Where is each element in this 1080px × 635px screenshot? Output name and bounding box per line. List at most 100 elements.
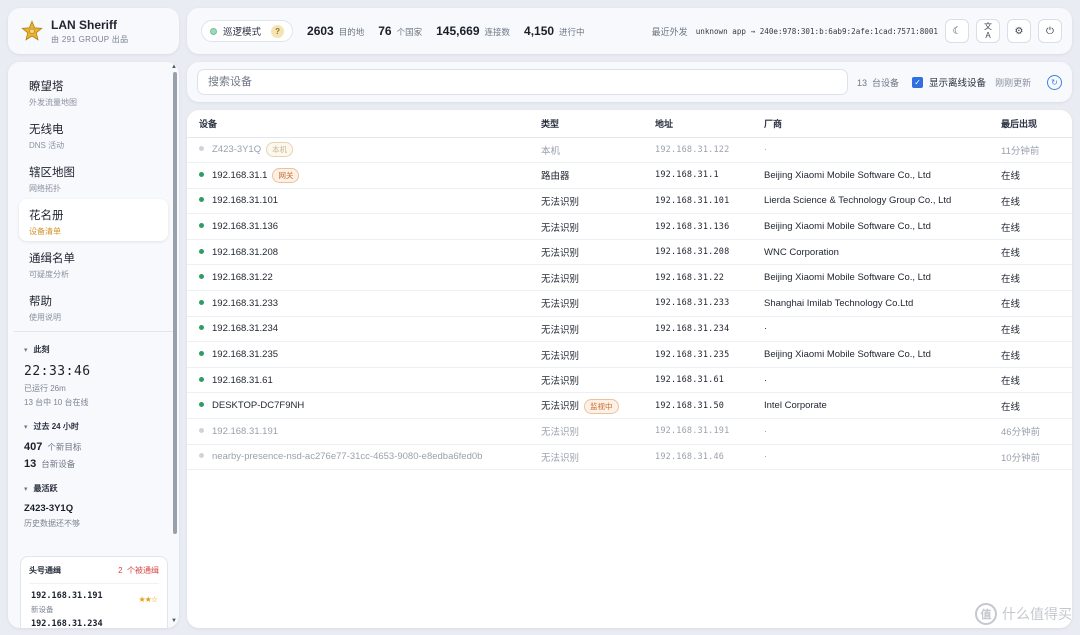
- checkbox-checked-icon[interactable]: ✓: [912, 76, 924, 88]
- table-row[interactable]: 192.168.31.61 无法识别 192.168.31.61 · 在线: [187, 367, 1072, 394]
- table-row[interactable]: 192.168.31.208 无法识别 192.168.31.208 WNC Corp…: [187, 239, 1072, 266]
- type-cell: 无法识别: [541, 264, 655, 292]
- power-button[interactable]: ⏻: [1038, 19, 1062, 43]
- sidebar-scrollbar[interactable]: [173, 72, 177, 534]
- online-dot-icon: [199, 351, 204, 357]
- sheriff-star-icon: [21, 20, 43, 41]
- most-active-device[interactable]: Z423-3Y1Q: [24, 503, 179, 514]
- device-type: 无法识别: [541, 350, 580, 362]
- device-cell: DESKTOP-DC7F9NH: [187, 392, 541, 420]
- wanted-item[interactable]: 192.168.31.234: [29, 615, 159, 628]
- past-24h-section: ▾ 过去 24 小时 407 个新目标 13 台新设备: [8, 408, 179, 470]
- online-dot-icon: [199, 402, 204, 408]
- device-cell: 192.168.31.233: [187, 290, 541, 317]
- show-offline-checkbox[interactable]: ✓ 显示离线设备: [912, 75, 986, 89]
- table-row[interactable]: 192.168.31.235 无法识别 192.168.31.235 Beijing …: [187, 341, 1072, 368]
- stat-value: 145,669: [436, 24, 480, 38]
- help-icon[interactable]: ?: [271, 24, 285, 38]
- table-row[interactable]: 192.168.31.22 无法识别 192.168.31.22 Beijing Xi…: [187, 264, 1072, 292]
- recent-outbound-label: 最近外发: [651, 26, 688, 37]
- new-devices-row: 13 台新设备: [24, 458, 179, 470]
- device-count: 13 台设备: [857, 76, 899, 89]
- settings-button[interactable]: ⚙: [1007, 19, 1031, 43]
- refresh-status: 刚刚更新: [995, 77, 1032, 88]
- table-row[interactable]: 192.168.31.233 无法识别 192.168.31.233 Shanghai…: [187, 290, 1072, 317]
- column-header-vendor[interactable]: 厂商: [764, 110, 1001, 138]
- device-cell: 192.168.31.61: [187, 367, 541, 394]
- device-search-input[interactable]: [197, 69, 848, 95]
- vendor-cell: ·: [764, 418, 1001, 445]
- wanted-item[interactable]: 192.168.31.191 新设备 ★★☆: [29, 584, 159, 615]
- address-cell: 192.168.31.136: [655, 213, 764, 240]
- online-summary: 13 台中 10 台在线: [24, 398, 89, 407]
- section-toggle[interactable]: ▾ 最活跃: [24, 483, 179, 494]
- section-toggle[interactable]: ▾ 此刻: [24, 344, 179, 355]
- power-icon: ⏻: [1046, 25, 1054, 37]
- table-row[interactable]: 192.168.31.191 无法识别 192.168.31.191 · 46分钟前: [187, 418, 1072, 445]
- stat-label: 连接数: [484, 27, 511, 37]
- device-table-panel: 设备 类型 地址 厂商 最后出现 Z423-3Y1Q 本机 本机 192.168.31…: [187, 110, 1072, 628]
- address-cell: 192.168.31.235: [655, 341, 764, 368]
- table-row[interactable]: 192.168.31.101 无法识别 192.168.31.101 Lierda S…: [187, 188, 1072, 215]
- device-type: 无法识别: [541, 427, 580, 439]
- column-header-type[interactable]: 类型: [541, 110, 655, 138]
- device-type: 无法识别: [541, 452, 580, 464]
- type-cell: 无法识别: [541, 213, 655, 240]
- theme-toggle-button[interactable]: ☾: [945, 19, 969, 43]
- type-cell: 无法识别: [541, 239, 655, 266]
- uptime-text: 已运行 26m: [24, 384, 66, 393]
- stat-value: 4,150: [524, 24, 555, 38]
- online-dot-icon: [199, 171, 204, 177]
- translate-icon: 文A: [984, 22, 992, 40]
- device-name: 192.168.31.61: [212, 374, 273, 386]
- device-cell: 192.168.31.1 网关: [187, 162, 541, 189]
- device-name: 192.168.31.1: [212, 169, 268, 181]
- clock: 22:33:46: [24, 364, 91, 379]
- chevron-down-icon: ▾: [24, 346, 28, 354]
- patrol-mode-toggle[interactable]: 巡逻模式 ?: [201, 20, 294, 42]
- column-header-last-seen[interactable]: 最后出现: [1001, 110, 1072, 138]
- address-cell: 192.168.31.1: [655, 162, 764, 189]
- sidebar-item-radio[interactable]: 无线电 DNS 活动: [19, 113, 168, 155]
- stat-value: 76: [378, 24, 392, 38]
- sidebar-item-label: 无线电: [29, 124, 64, 136]
- gear-icon: ⚙: [1014, 25, 1024, 37]
- table-row[interactable]: DESKTOP-DC7F9NH 无法识别 监视中 192.168.31.50 Intel…: [187, 392, 1072, 420]
- sidebar-item-label: 帮助: [29, 296, 52, 308]
- sidebar-item-wanted[interactable]: 通缉名单 可疑度分析: [19, 242, 168, 284]
- device-type: 本机: [541, 145, 561, 157]
- scroll-up-icon[interactable]: ▲: [171, 64, 177, 70]
- patrol-mode-label: 巡逻模式: [223, 27, 262, 38]
- last-seen-cell: 11分钟前: [1001, 137, 1072, 164]
- column-header-device[interactable]: 设备: [187, 110, 541, 138]
- type-cell: 无法识别 监视中: [541, 392, 655, 420]
- table-row[interactable]: 192.168.31.234 无法识别 192.168.31.234 · 在线: [187, 316, 1072, 343]
- search-bar: 13 台设备 ✓ 显示离线设备 刚刚更新 ↻: [187, 62, 1072, 102]
- table-row[interactable]: Z423-3Y1Q 本机 本机 192.168.31.122 · 11分钟前: [187, 137, 1072, 164]
- refresh-icon[interactable]: ↻: [1047, 74, 1062, 90]
- sidebar-item-help[interactable]: 帮助 使用说明: [19, 285, 168, 327]
- new-devices-label: 台新设备: [41, 459, 76, 469]
- device-type: 无法识别: [541, 273, 580, 285]
- device-name: 192.168.31.101: [212, 195, 279, 207]
- language-button[interactable]: 文A: [976, 19, 1000, 43]
- device-cell: 192.168.31.235: [187, 341, 541, 368]
- table-row[interactable]: nearby-presence-nsd-ac276e77-31cc-4653-9…: [187, 444, 1072, 471]
- column-header-address[interactable]: 地址: [655, 110, 764, 138]
- device-name: nearby-presence-nsd-ac276e77-31cc-4653-9…: [212, 451, 483, 463]
- monitoring-badge: 监视中: [584, 398, 619, 414]
- sidebar-item-label: 通缉名单: [29, 253, 75, 265]
- vendor-cell: ·: [764, 444, 1001, 471]
- address-cell: 192.168.31.234: [655, 316, 764, 343]
- last-seen-cell: 在线: [1001, 290, 1072, 317]
- section-toggle[interactable]: ▾ 过去 24 小时: [24, 421, 179, 432]
- sidebar-item-topology[interactable]: 辖区地图 网络拓扑: [19, 156, 168, 198]
- device-cell: nearby-presence-nsd-ac276e77-31cc-4653-9…: [187, 444, 541, 471]
- table-row[interactable]: 192.168.31.136 无法识别 192.168.31.136 Beijing …: [187, 213, 1072, 240]
- device-type: 无法识别: [541, 400, 580, 412]
- sidebar-item-watchtower[interactable]: 瞭望塔 外发流量地图: [19, 70, 168, 112]
- table-row[interactable]: 192.168.31.1 网关 路由器 192.168.31.1 Beijing Xia…: [187, 162, 1072, 189]
- scroll-down-icon[interactable]: ▼: [171, 618, 177, 624]
- vendor-cell: Beijing Xiaomi Mobile Software Co., Ltd: [764, 264, 1001, 292]
- sidebar-item-roster[interactable]: 花名册 设备清单: [19, 199, 168, 241]
